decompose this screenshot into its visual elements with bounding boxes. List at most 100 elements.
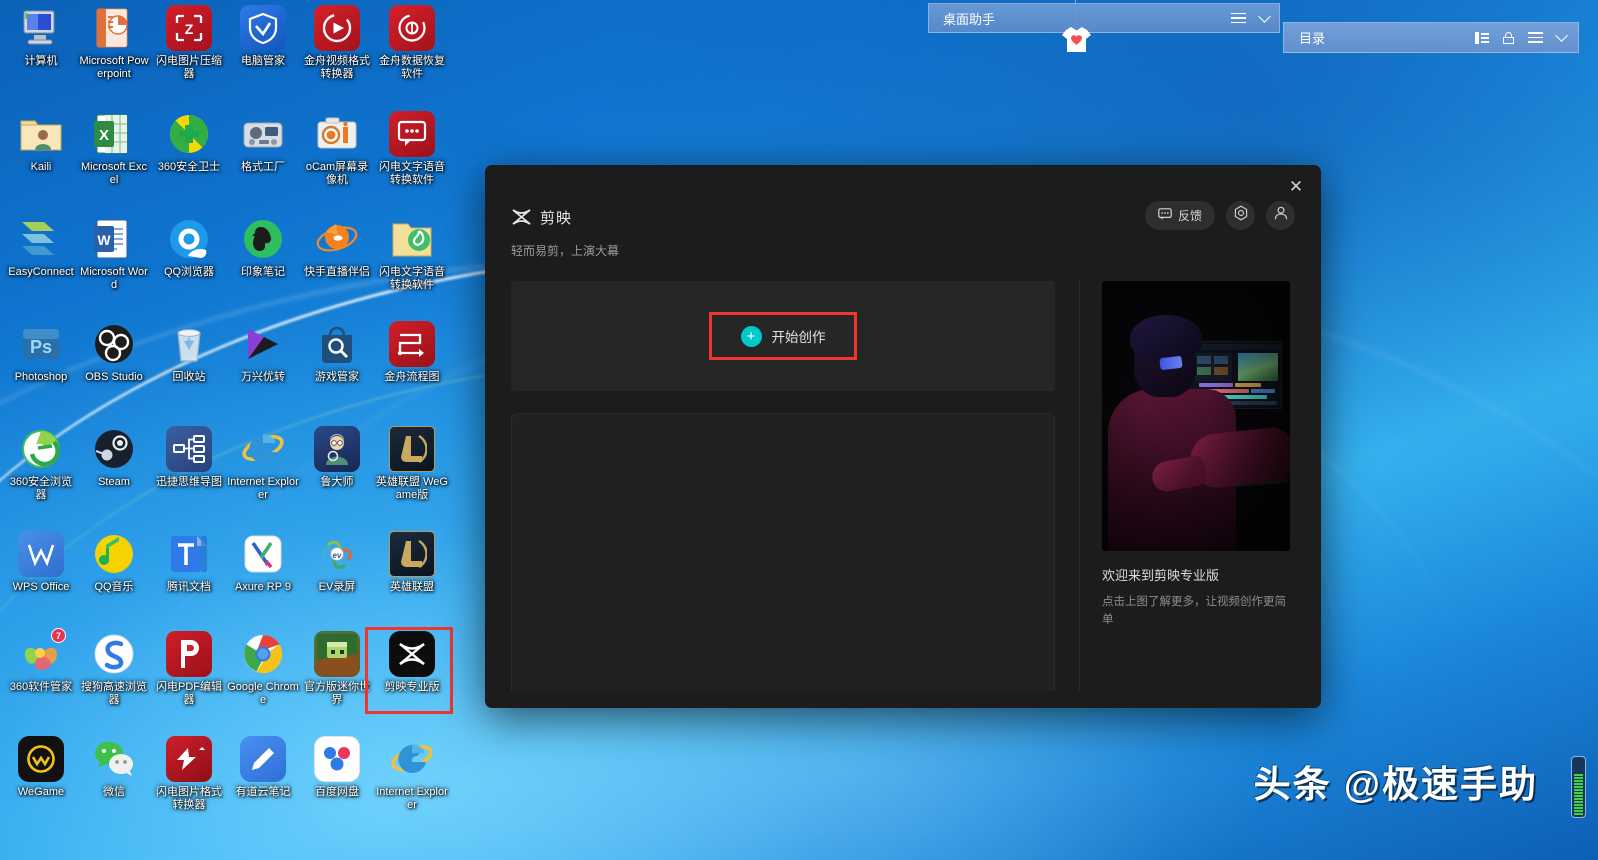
desktop-icon-computer[interactable]: 计算机 <box>4 4 78 68</box>
desktop-icon-baidu-netdisk[interactable]: 百度网盘 <box>300 735 374 799</box>
desktop-icon-360-browser[interactable]: 360安全浏览器 <box>4 425 78 501</box>
gauge-segment <box>1574 792 1583 794</box>
desktop-icon-evernote[interactable]: 印象笔记 <box>226 215 300 279</box>
desktop-icon-obs-studio[interactable]: OBS Studio <box>77 320 151 384</box>
close-icon[interactable]: ✕ <box>1283 174 1309 198</box>
hamburger-icon[interactable] <box>1528 32 1543 43</box>
desktop-icon-text-to-speech[interactable]: 闪电文字语音转换软件 <box>375 110 449 186</box>
desktop-icon-text-to-speech-folder[interactable]: 闪电文字语音转换软件 <box>375 215 449 291</box>
desktop-icon-image-compressor[interactable]: Z 闪电图片压缩器 <box>152 4 226 80</box>
desktop-icon-youdao-note[interactable]: 有道云笔记 <box>226 735 300 799</box>
desktop-icon-pc-manager[interactable]: 电脑管家 <box>226 4 300 68</box>
youdao-note-icon <box>239 735 287 783</box>
start-creating-button[interactable]: + 开始创作 <box>721 315 846 358</box>
desktop-icon-label: 英雄联盟 WeGame版 <box>376 476 448 501</box>
promo-column: 欢迎来到剪映专业版 点击上图了解更多，让视频创作更简单 <box>1079 281 1295 691</box>
desktop-icon-folder-user[interactable]: Kaili <box>4 110 78 174</box>
desktop-icon-label: 电脑管家 <box>241 55 285 67</box>
desktop-icon-word[interactable]: W Microsoft Word <box>77 215 151 291</box>
desktop-icon-recycle-bin[interactable]: 回收站 <box>152 320 226 384</box>
image-format-converter-icon <box>165 735 213 783</box>
gauge-segment <box>1574 795 1583 797</box>
desktop-icon-jianying[interactable]: 剪映专业版 <box>375 630 449 694</box>
desktop-icon-pdf-editor[interactable]: 闪电PDF编辑器 <box>152 630 226 706</box>
axure-icon <box>239 530 287 578</box>
desktop-icon-ocam[interactable]: oCam屏幕录像机 <box>300 110 374 186</box>
desktop-icon-qq-browser[interactable]: QQ浏览器 <box>152 215 226 279</box>
desktop-icon-uniconverter[interactable]: 万兴优转 <box>226 320 300 384</box>
account-button[interactable] <box>1266 201 1295 230</box>
desktop-icon-wechat[interactable]: 微信 <box>77 735 151 799</box>
project-list-panel[interactable] <box>511 413 1055 691</box>
desktop-icon-qq-music[interactable]: QQ音乐 <box>77 530 151 594</box>
desktop-icon-label: Microsoft Powerpoint <box>79 55 149 80</box>
desktop-icon-mindmap[interactable]: 迅捷思维导图 <box>152 425 226 489</box>
brand-slogan: 轻而易剪，上演大幕 <box>511 244 620 258</box>
desktop-icon-data-recovery[interactable]: 金舟数据恢复软件 <box>375 4 449 80</box>
system-gauge-widget[interactable] <box>1571 756 1586 818</box>
desktop-icon-tencent-docs[interactable]: 腾讯文档 <box>152 530 226 594</box>
desktop-icon-internet-explorer[interactable]: Internet Explorer <box>375 735 449 811</box>
catalog-widget-title: 目录 <box>1299 31 1326 46</box>
settings-button[interactable] <box>1226 201 1255 230</box>
desktop-icon-format-factory[interactable]: 格式工厂 <box>226 110 300 174</box>
list-view-icon[interactable] <box>1475 32 1489 44</box>
desktop-icon-ev-recorder[interactable]: ev EV录屏 <box>300 530 374 594</box>
gauge-segment <box>1574 780 1583 782</box>
desktop-icon-axure[interactable]: Axure RP 9 <box>226 530 300 594</box>
desktop-icon-label: 印象笔记 <box>241 266 285 278</box>
start-creating-label: 开始创作 <box>771 330 826 345</box>
desktop-icon-label: 闪电文字语音转换软件 <box>379 266 445 291</box>
desktop-icon-lol[interactable]: 英雄联盟 <box>375 530 449 594</box>
desktop-icon-image-format-converter[interactable]: 闪电图片格式转换器 <box>152 735 226 811</box>
desktop-icon-label: 鲁大师 <box>320 476 354 488</box>
chevron-down-icon[interactable] <box>1258 9 1271 23</box>
computer-icon <box>17 4 65 52</box>
desktop-icon-mini-world[interactable]: 官方版迷你世界 <box>300 630 374 706</box>
promo-image[interactable] <box>1102 281 1290 551</box>
desktop-icon-360-safeguard[interactable]: 360安全卫士 <box>152 110 226 174</box>
desktop-icon-video-converter[interactable]: 金舟视频格式转换器 <box>300 4 374 80</box>
desktop-icon-wegame[interactable]: WeGame <box>4 735 78 799</box>
desktop-icon-internet-explorer[interactable]: Internet Explorer <box>226 425 300 501</box>
tshirt-heart-icon[interactable] <box>1060 26 1093 54</box>
desktop-icon-label: Microsoft Excel <box>80 161 147 186</box>
desktop-icon-steam[interactable]: Steam <box>77 425 151 489</box>
easyconnect-icon <box>17 215 65 263</box>
desktop-icon-lol-wegame[interactable]: 英雄联盟 WeGame版 <box>375 425 449 501</box>
desktop-icon-label: 微信 <box>103 786 125 798</box>
notification-badge: 7 <box>51 628 66 643</box>
lock-icon[interactable] <box>1503 31 1514 44</box>
desktop-icon-sogou-browser[interactable]: 搜狗高速浏览器 <box>77 630 151 706</box>
feedback-button[interactable]: 反馈 <box>1144 201 1215 230</box>
desktop-icon-powerpoint[interactable]: Microsoft Powerpoint <box>77 4 151 80</box>
desktop-icon-label: 回收站 <box>172 371 206 383</box>
assistant-widget-title: 桌面助手 <box>943 11 996 27</box>
desktop-icon-360-software-manager[interactable]: 7 360软件管家 <box>4 628 78 694</box>
desktop-icon-label: 闪电文字语音转换软件 <box>379 161 445 186</box>
desktop-icon-flowchart[interactable]: 金舟流程图 <box>375 320 449 384</box>
text-to-speech-icon <box>388 110 436 158</box>
desktop-icon-label: 360安全卫士 <box>157 161 221 173</box>
desktop-icon-ludashi[interactable]: 鲁大师 <box>300 425 374 489</box>
desktop-icon-label: 金舟视频格式转换器 <box>304 55 370 80</box>
chevron-down-icon[interactable] <box>1555 29 1568 42</box>
desktop-icon-chrome[interactable]: Google Chrome <box>226 630 300 706</box>
desktop-icon-label: Kaili <box>30 161 52 173</box>
gauge-segment <box>1574 810 1583 812</box>
desktop-icon-kuaishou-live[interactable]: 快手直播伴侣 <box>300 215 374 279</box>
hamburger-icon[interactable] <box>1231 12 1246 24</box>
desktop-icon-photoshop[interactable]: Ps Photoshop <box>4 320 78 384</box>
word-icon: W <box>90 215 138 263</box>
desktop-icon-easyconnect[interactable]: EasyConnect <box>4 215 78 279</box>
desktop-icon-game-manager[interactable]: 游戏管家 <box>300 320 374 384</box>
desktop-icon-wps-office[interactable]: WPS Office <box>4 530 78 594</box>
catalog-widget[interactable]: 目录 <box>1283 22 1579 53</box>
promo-title: 欢迎来到剪映专业版 <box>1102 568 1220 583</box>
desktop-icon-excel[interactable]: X Microsoft Excel <box>77 110 151 186</box>
assistant-widget[interactable]: 桌面助手 <box>928 3 1280 33</box>
desktop-icon-label: Google Chrome <box>227 681 299 706</box>
chrome-icon <box>239 630 287 678</box>
gauge-segment <box>1574 798 1583 800</box>
gauge-segment <box>1574 789 1583 791</box>
